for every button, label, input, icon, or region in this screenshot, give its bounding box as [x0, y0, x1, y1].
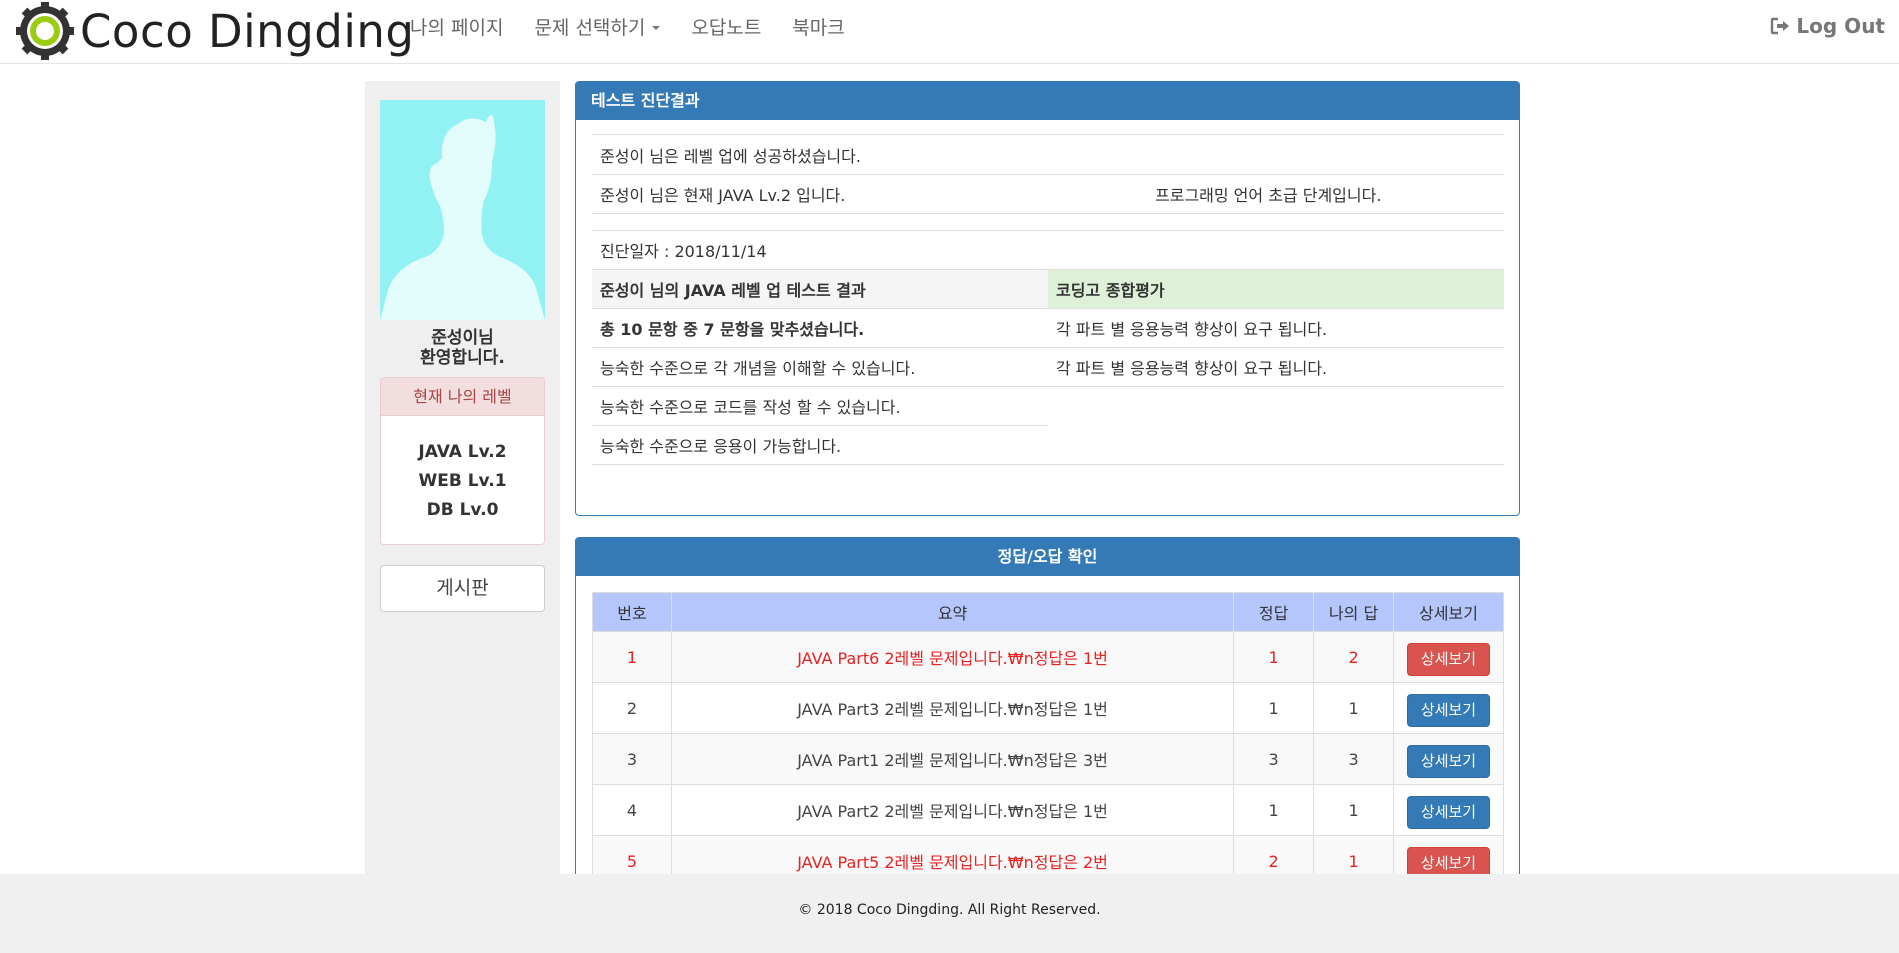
diagnosis-date: 진단일자 : 2018/11/14	[600, 242, 767, 261]
logout-button[interactable]: Log Out	[1770, 14, 1885, 38]
level-java: JAVA Lv.2	[418, 442, 507, 462]
avatar	[380, 100, 545, 320]
eval-item-2: 각 파트 별 응용능력 향상이 요구 됩니다.	[1056, 359, 1328, 378]
score-message: 총 10 문항 중 7 문항을 맞추셨습니다.	[600, 320, 865, 339]
diagnosis-date-row: 진단일자 : 2018/11/14	[592, 230, 1504, 269]
divider	[592, 464, 1504, 465]
result-item-1: 능숙한 수준으로 각 개념을 이해할 수 있습니다.	[600, 359, 916, 378]
nav-select-problem[interactable]: 문제 선택하기	[534, 13, 661, 40]
nav-wrong-answer-note[interactable]: 오답노트	[691, 13, 761, 40]
row-number: 3	[592, 733, 672, 785]
answers-table: 번호 요약 정답 나의 답 상세보기 1 JAVA Part6 2레벨 문제입니…	[592, 592, 1504, 887]
result-item-2: 능숙한 수준으로 코드를 작성 할 수 있습니다.	[600, 398, 901, 417]
col-number: 번호	[592, 592, 672, 632]
table-header-row: 번호 요약 정답 나의 답 상세보기	[592, 592, 1504, 632]
detail-button[interactable]: 상세보기	[1407, 795, 1490, 829]
row-detail-cell: 상세보기	[1393, 784, 1504, 836]
row-correct: 1	[1233, 784, 1315, 836]
result-row-3: 능숙한 수준으로 코드를 작성 할 수 있습니다.	[592, 386, 1504, 425]
levelup-message: 준성이 님은 레벨 업에 성공하셨습니다.	[600, 146, 861, 166]
row-correct: 3	[1233, 733, 1315, 785]
diagnosis-panel: 테스트 진단결과 준성이 님은 레벨 업에 성공하셨습니다. 준성이 님은 현재…	[575, 81, 1520, 516]
welcome-message: 준성이님 환영합니다.	[365, 328, 560, 368]
row-summary: JAVA Part3 2레벨 문제입니다.₩n정답은 1번	[670, 682, 1235, 734]
welcome-text: 환영합니다.	[420, 348, 505, 368]
diagnosis-title: 테스트 진단결과	[576, 82, 1519, 120]
logout-icon	[1771, 17, 1790, 35]
detail-button[interactable]: 상세보기	[1407, 642, 1490, 676]
row-detail-cell: 상세보기	[1393, 682, 1504, 734]
my-level-title: 현재 나의 레벨	[381, 378, 544, 416]
row-my-answer: 2	[1313, 631, 1394, 683]
sidebar: 준성이님 환영합니다. 현재 나의 레벨 JAVA Lv.2 WEB Lv.1 …	[365, 81, 560, 874]
main-nav: 나의 페이지 문제 선택하기 오답노트 북마크	[410, 0, 876, 52]
row-summary: JAVA Part2 2레벨 문제입니다.₩n정답은 1번	[670, 784, 1235, 836]
col-correct: 정답	[1233, 592, 1315, 632]
table-row: 3 JAVA Part1 2레벨 문제입니다.₩n정답은 3번 3 3 상세보기	[592, 733, 1504, 785]
gear-logo-icon	[16, 2, 74, 60]
nav-select-problem-label: 문제 선택하기	[534, 16, 646, 39]
detail-button[interactable]: 상세보기	[1407, 744, 1490, 778]
level-db: DB Lv.0	[426, 500, 499, 520]
row-number: 4	[592, 784, 672, 836]
table-row: 1 JAVA Part6 2레벨 문제입니다.₩n정답은 1번 1 2 상세보기	[592, 631, 1504, 683]
row-my-answer: 1	[1313, 784, 1394, 836]
table-row: 2 JAVA Part3 2레벨 문제입니다.₩n정답은 1번 1 1 상세보기	[592, 682, 1504, 734]
col-detail: 상세보기	[1393, 592, 1504, 632]
row-detail-cell: 상세보기	[1393, 733, 1504, 785]
board-button[interactable]: 게시판	[380, 565, 545, 612]
row-summary: JAVA Part1 2레벨 문제입니다.₩n정답은 3번	[670, 733, 1235, 785]
row-detail-cell: 상세보기	[1393, 631, 1504, 683]
top-navbar: Coco Dingding 나의 페이지 문제 선택하기 오답노트 북마크 Lo…	[0, 0, 1899, 64]
row-correct: 1	[1233, 631, 1315, 683]
welcome-name: 준성이님	[431, 328, 494, 348]
brand[interactable]: Coco Dingding	[16, 2, 414, 60]
row-summary: JAVA Part6 2레벨 문제입니다.₩n정답은 1번	[670, 631, 1235, 683]
result-header-row: 준성이 님의 JAVA 레벨 업 테스트 결과 코딩고 종합평가	[592, 269, 1504, 308]
current-level-row: 준성이 님은 현재 JAVA Lv.2 입니다. 프로그래밍 언어 초급 단계입…	[592, 174, 1504, 213]
table-row: 4 JAVA Part2 2레벨 문제입니다.₩n정답은 1번 1 1 상세보기	[592, 784, 1504, 836]
eval-header: 코딩고 종합평가	[1048, 270, 1504, 308]
row-correct: 1	[1233, 682, 1315, 734]
result-header: 준성이 님의 JAVA 레벨 업 테스트 결과	[592, 270, 1048, 308]
my-level-list: JAVA Lv.2 WEB Lv.1 DB Lv.0	[381, 416, 544, 525]
my-level-panel: 현재 나의 레벨 JAVA Lv.2 WEB Lv.1 DB Lv.0	[380, 377, 545, 545]
col-my-answer: 나의 답	[1313, 592, 1394, 632]
footer: © 2018 Coco Dingding. All Right Reserved…	[0, 874, 1899, 953]
answers-title: 정답/오답 확인	[576, 538, 1519, 576]
logout-label: Log Out	[1796, 14, 1885, 38]
brand-name[interactable]: Coco Dingding	[80, 9, 414, 54]
levelup-row: 준성이 님은 레벨 업에 성공하셨습니다.	[592, 134, 1504, 174]
result-row-2: 능숙한 수준으로 각 개념을 이해할 수 있습니다. 각 파트 별 응용능력 향…	[592, 347, 1504, 386]
eval-item-1: 각 파트 별 응용능력 향상이 요구 됩니다.	[1056, 320, 1328, 339]
row-my-answer: 1	[1313, 682, 1394, 734]
row-my-answer: 3	[1313, 733, 1394, 785]
spacer-row	[592, 213, 1504, 230]
detail-button[interactable]: 상세보기	[1407, 693, 1490, 727]
caret-down-icon	[652, 26, 661, 30]
user-silhouette-icon	[380, 115, 545, 320]
result-item-3: 능숙한 수준으로 응용이 가능합니다.	[592, 425, 1048, 464]
col-summary: 요약	[670, 592, 1235, 632]
nav-bookmark[interactable]: 북마크	[792, 13, 844, 40]
result-row-1: 총 10 문항 중 7 문항을 맞추셨습니다. 각 파트 별 응용능력 향상이 …	[592, 308, 1504, 347]
nav-my-page[interactable]: 나의 페이지	[410, 13, 503, 40]
copyright-text: © 2018 Coco Dingding. All Right Reserved…	[798, 902, 1101, 918]
level-web: WEB Lv.1	[418, 471, 507, 491]
current-level-message: 준성이 님은 현재 JAVA Lv.2 입니다.	[600, 186, 846, 205]
row-number: 2	[592, 682, 672, 734]
stage-message: 프로그래밍 언어 초급 단계입니다.	[1155, 186, 1382, 205]
row-number: 1	[592, 631, 672, 683]
